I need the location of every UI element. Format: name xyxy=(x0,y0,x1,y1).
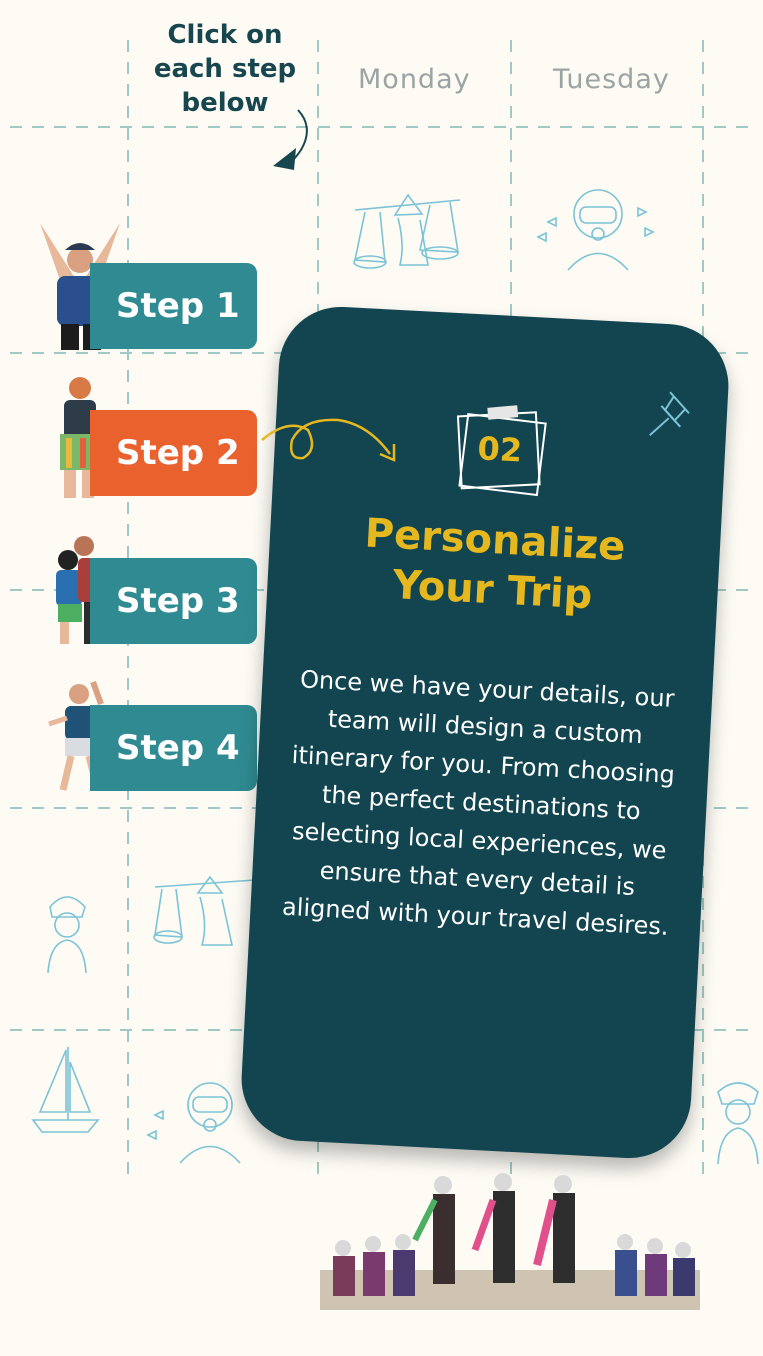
step-label: Step 3 xyxy=(116,581,240,621)
arrow-down-icon xyxy=(273,109,308,170)
step-label: Step 1 xyxy=(116,286,240,326)
day-header-monday: Monday xyxy=(358,64,471,95)
street-vendor-sketch xyxy=(153,875,256,946)
step-2-button[interactable]: Step 2 xyxy=(90,410,257,496)
step-1-button[interactable]: Step 1 xyxy=(90,263,257,349)
woman-turban-sketch xyxy=(717,1082,759,1165)
step-4-button[interactable]: Step 4 xyxy=(90,705,257,791)
step-label: Step 2 xyxy=(116,433,240,473)
step-3-button[interactable]: Step 3 xyxy=(90,558,257,644)
curly-arrow-icon xyxy=(261,418,396,462)
step-number-badge: 02 xyxy=(447,398,552,503)
instruction-text: Click on each step below xyxy=(140,18,310,120)
step-number: 02 xyxy=(476,429,524,470)
folk-dancers-photo xyxy=(320,1173,700,1310)
woman-turban-sketch xyxy=(47,896,87,974)
card-description: Once we have your details, our team will… xyxy=(281,665,676,941)
day-header-tuesday: Tuesday xyxy=(553,64,670,95)
instruction-line: Click on xyxy=(167,20,283,50)
sailboat-sketch xyxy=(31,1047,100,1133)
step-label: Step 4 xyxy=(116,728,240,768)
pushpin-icon xyxy=(649,391,690,436)
page: Click on each step below Monday Tuesday xyxy=(0,0,763,1356)
card-title: Personalize Your Trip xyxy=(266,504,721,627)
instruction-line: each step xyxy=(153,54,297,84)
street-vendor-sketch xyxy=(353,193,461,269)
diver-sketch xyxy=(536,189,655,271)
